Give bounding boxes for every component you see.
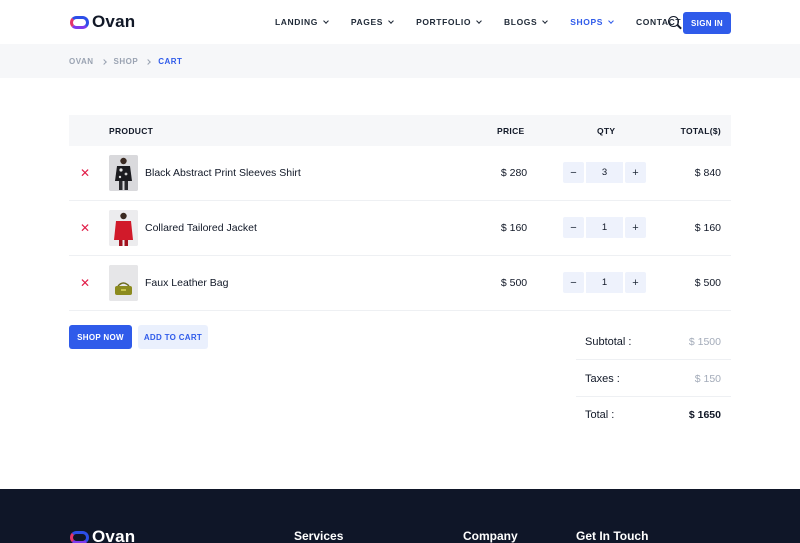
chevron-right-icon <box>145 58 152 65</box>
subtotal-label: Subtotal : <box>585 336 632 348</box>
chevron-down-icon <box>542 17 549 24</box>
main-nav: LANDING PAGES PORTFOLIO BLOGS SHOPS CONT… <box>275 0 720 44</box>
product-image-jacket[interactable] <box>109 210 138 246</box>
product-name[interactable]: Black Abstract Print Sleeves Shirt <box>145 167 301 179</box>
nav-item-portfolio[interactable]: PORTFOLIO <box>416 17 482 27</box>
site-header: Ovan LANDING PAGES PORTFOLIO BLOGS SHOPS… <box>0 0 800 44</box>
nav-item-pages[interactable]: PAGES <box>351 17 394 27</box>
product-name[interactable]: Faux Leather Bag <box>145 277 228 289</box>
column-header-total: TOTAL($) <box>680 126 721 136</box>
footer-heading-get-in-touch: Get In Touch <box>576 529 649 543</box>
product-name[interactable]: Collared Tailored Jacket <box>145 222 257 234</box>
product-price: $ 280 <box>500 167 528 179</box>
product-price: $ 500 <box>500 277 528 289</box>
breadcrumb-bar: OVAN SHOP CART <box>0 44 800 78</box>
brand-logo[interactable]: Ovan <box>70 12 135 32</box>
summary-total-row: Total : $ 1650 <box>576 397 731 433</box>
product-image-shirt[interactable] <box>109 155 138 191</box>
breadcrumb-item-cart: CART <box>158 57 183 66</box>
decrease-qty-button[interactable]: − <box>563 272 584 293</box>
quantity-stepper: − + <box>563 217 646 238</box>
column-header-price: PRICE <box>497 126 525 136</box>
quantity-input[interactable] <box>586 217 623 238</box>
decrease-qty-button[interactable]: − <box>563 162 584 183</box>
subtotal-value: $ 1500 <box>688 336 721 348</box>
chevron-down-icon <box>608 17 614 24</box>
quantity-stepper: − + <box>563 162 646 183</box>
summary-taxes-row: Taxes : $ 150 <box>576 361 731 397</box>
total-label: Total : <box>585 409 615 421</box>
remove-item-icon[interactable]: ✕ <box>80 221 90 235</box>
nav-item-shops[interactable]: SHOPS <box>570 17 614 27</box>
column-header-product: PRODUCT <box>109 126 154 136</box>
quantity-stepper: − + <box>563 272 646 293</box>
breadcrumb-item-home[interactable]: OVAN <box>69 57 94 66</box>
nav-item-blogs[interactable]: BLOGS <box>504 17 549 27</box>
chevron-right-icon <box>100 58 107 65</box>
chevron-down-icon <box>323 17 329 24</box>
total-value: $ 1650 <box>688 409 721 421</box>
sign-in-button[interactable]: SIGN IN <box>683 12 731 34</box>
line-total: $ 160 <box>694 222 721 234</box>
cart-table-header: PRODUCT PRICE QTY TOTAL($) <box>69 115 731 146</box>
table-row: ✕ Faux Leather Bag $ 500 − + $ 500 <box>69 256 731 311</box>
increase-qty-button[interactable]: + <box>625 162 646 183</box>
nav-item-landing[interactable]: LANDING <box>275 17 329 27</box>
remove-item-icon[interactable]: ✕ <box>80 276 90 290</box>
logo-mark-icon <box>70 530 89 543</box>
chevron-down-icon <box>476 17 482 24</box>
product-image-bag[interactable] <box>109 265 138 301</box>
brand-name: Ovan <box>92 12 136 31</box>
increase-qty-button[interactable]: + <box>625 272 646 293</box>
product-price: $ 160 <box>500 222 528 234</box>
increase-qty-button[interactable]: + <box>625 217 646 238</box>
shop-now-button[interactable]: SHOP NOW <box>69 325 132 349</box>
taxes-value: $ 150 <box>694 373 721 385</box>
line-total: $ 500 <box>694 277 721 289</box>
footer-brand-logo[interactable]: Ovan <box>70 527 135 543</box>
remove-item-icon[interactable]: ✕ <box>80 166 90 180</box>
site-footer: Ovan Services Company Get In Touch <box>0 489 800 543</box>
chevron-down-icon <box>388 17 394 24</box>
logo-mark-icon <box>70 15 89 29</box>
table-row: ✕ Collared Tailored Jacket $ 160 − + $ 1… <box>69 201 731 256</box>
quantity-input[interactable] <box>586 272 623 293</box>
quantity-input[interactable] <box>586 162 623 183</box>
decrease-qty-button[interactable]: − <box>563 217 584 238</box>
footer-brand-name: Ovan <box>92 527 136 543</box>
table-row: ✕ Black Abstract Print Sleeves Shirt $ 2… <box>69 146 731 201</box>
taxes-label: Taxes : <box>585 373 620 385</box>
footer-heading-company: Company <box>463 529 518 543</box>
breadcrumb-item-shop[interactable]: SHOP <box>114 57 139 66</box>
breadcrumb: OVAN SHOP CART <box>69 57 182 66</box>
search-icon[interactable] <box>668 16 679 27</box>
add-to-cart-button[interactable]: ADD TO CART <box>138 325 208 349</box>
line-total: $ 840 <box>694 167 721 179</box>
footer-heading-services: Services <box>294 529 344 543</box>
summary-subtotal-row: Subtotal : $ 1500 <box>576 324 731 360</box>
column-header-qty: QTY <box>597 126 616 136</box>
